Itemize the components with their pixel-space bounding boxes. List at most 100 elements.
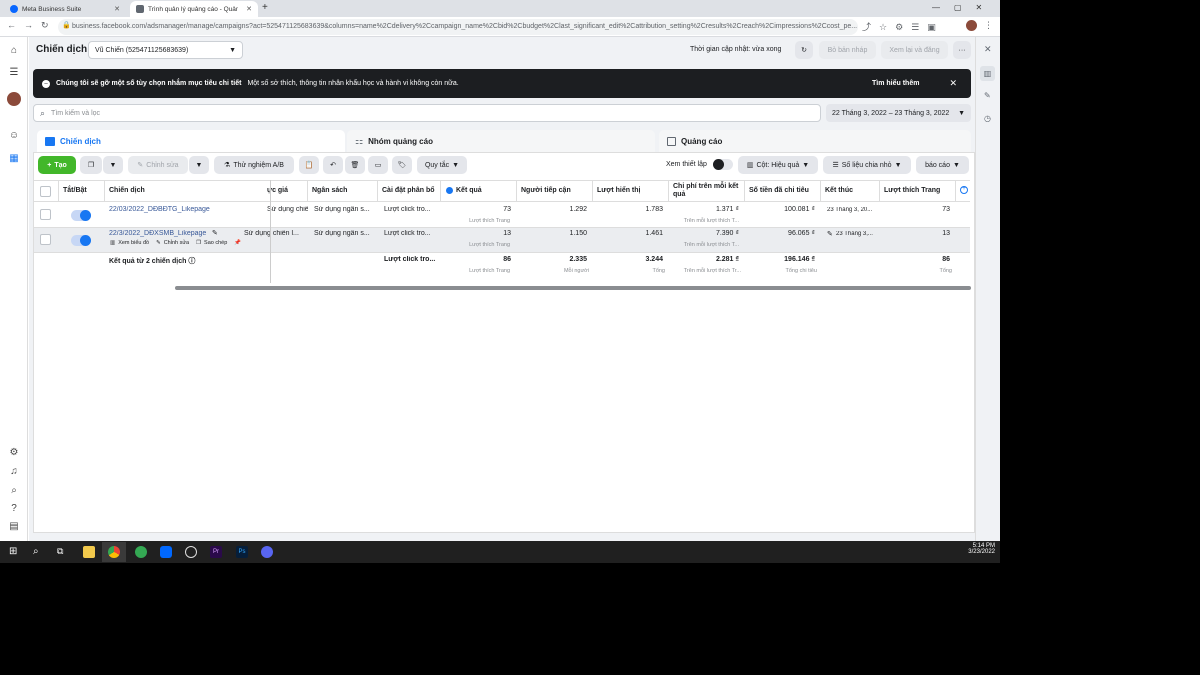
reload-icon[interactable]: ↻: [41, 20, 49, 31]
refresh-button[interactable]: ↻: [795, 41, 813, 59]
browser-tab-ads-manager[interactable]: Trình quản lý quảng cáo - Quản ✕: [130, 1, 258, 17]
search-icon[interactable]: ⌕: [7, 484, 21, 498]
add-column-icon[interactable]: +: [960, 186, 968, 194]
view-chart-link[interactable]: Xem biểu đồ: [118, 240, 149, 246]
browser-extension-icons[interactable]: ⤴☆⚙☰▣: [862, 20, 944, 33]
duplicate-button[interactable]: ❐: [80, 156, 102, 174]
learn-more-link[interactable]: Tìm hiểu thêm: [872, 80, 919, 87]
search-icon: ⌕: [40, 107, 46, 118]
column-header-page-likes[interactable]: Lượt thích Trang: [880, 180, 956, 202]
edit-link[interactable]: Chỉnh sửa: [164, 240, 189, 246]
view-setup-toggle[interactable]: [713, 159, 733, 170]
discard-drafts-button[interactable]: Bỏ bản nháp: [819, 41, 876, 59]
home-icon[interactable]: ⌂: [7, 44, 21, 58]
row-checkbox[interactable]: [40, 234, 51, 245]
smiley-icon[interactable]: ☺: [7, 129, 21, 143]
bell-icon[interactable]: ♫: [7, 465, 21, 479]
pin-icon[interactable]: 📌: [234, 240, 241, 246]
system-clock[interactable]: 5:14 PM 3/23/2022: [950, 543, 995, 555]
report-icon[interactable]: ▤: [7, 520, 21, 534]
help-icon[interactable]: ?: [7, 502, 21, 516]
coccoc-icon[interactable]: [135, 546, 147, 558]
menu-icon[interactable]: ☰: [7, 66, 21, 80]
duplicate-link[interactable]: Sao chép: [204, 240, 227, 246]
select-all-checkbox[interactable]: [40, 186, 51, 197]
history-icon[interactable]: ◷: [984, 114, 991, 123]
column-header-campaign[interactable]: Chiến dịch: [105, 180, 271, 202]
profile-avatar[interactable]: [966, 20, 977, 31]
window-controls[interactable]: —▢✕: [932, 3, 996, 12]
info-icon[interactable]: ⓘ: [188, 258, 195, 265]
forward-icon[interactable]: →: [24, 20, 33, 30]
plus-icon: +: [47, 161, 52, 169]
create-button[interactable]: + Tạo: [38, 156, 76, 174]
app-icon[interactable]: [185, 546, 197, 558]
column-header-attribution[interactable]: Cài đặt phân bổ: [378, 180, 441, 202]
browser-menu-icon[interactable]: ⋮: [984, 20, 993, 31]
chrome-icon[interactable]: [108, 546, 120, 558]
columns-button[interactable]: ▥ Cột: Hiệu quả ▼: [738, 156, 818, 174]
browser-tab-meta-business-suite[interactable]: Meta Business Suite ✕: [4, 1, 126, 17]
task-view-icon[interactable]: ⧉: [57, 546, 63, 557]
campaign-name-link[interactable]: 22/03/2022_DĐBĐTG_Likepage: [105, 206, 265, 213]
reports-button[interactable]: báo cáo ▼: [916, 156, 969, 174]
more-button[interactable]: ···: [953, 41, 971, 59]
column-header-results[interactable]: Kết quả: [452, 180, 517, 202]
tag-button[interactable]: 🏷: [392, 156, 412, 174]
chart-icon[interactable]: ▥: [980, 66, 995, 81]
tab-ad-sets[interactable]: ⚏ Nhóm quảng cáo: [347, 130, 655, 152]
column-header-reach[interactable]: Người tiếp cận: [517, 180, 593, 202]
close-banner-icon[interactable]: ✕: [949, 78, 957, 89]
search-input[interactable]: Tìm kiếm và lọc: [51, 110, 100, 117]
column-header-ends[interactable]: Kết thúc: [821, 180, 880, 202]
duplicate-dropdown[interactable]: ▼: [103, 156, 123, 174]
close-panel-icon[interactable]: ✕: [984, 44, 992, 55]
account-avatar[interactable]: [7, 92, 21, 106]
account-selector[interactable]: Vũ Chiến (525471125683639) ▼: [88, 41, 243, 59]
close-tab-icon[interactable]: ✕: [246, 5, 252, 13]
campaign-toggle[interactable]: [71, 210, 91, 221]
tab-campaigns[interactable]: Chiến dịch: [37, 130, 345, 152]
review-publish-button[interactable]: Xem lại và đăng: [881, 41, 948, 59]
clipboard-button[interactable]: 📋: [299, 156, 319, 174]
discord-icon[interactable]: [261, 546, 273, 558]
campaigns-table-icon[interactable]: ▦: [7, 152, 21, 166]
lock-icon[interactable]: 🔒: [62, 21, 71, 29]
breakdown-button[interactable]: ☰ Số liệu chia nhỏ ▼: [823, 156, 911, 174]
file-explorer-icon[interactable]: [83, 546, 95, 558]
pencil-icon[interactable]: ✎: [212, 229, 218, 237]
horizontal-scrollbar[interactable]: [175, 286, 971, 290]
back-icon[interactable]: ←: [7, 20, 16, 30]
column-header-budget[interactable]: Ngân sách: [308, 180, 378, 202]
tab-label: Nhóm quảng cáo: [368, 136, 433, 146]
gear-icon[interactable]: ⚙: [7, 446, 21, 460]
rules-button[interactable]: Quy tắc ▼: [417, 156, 467, 174]
campaign-toggle[interactable]: [71, 235, 91, 246]
photoshop-icon[interactable]: Ps: [236, 546, 248, 558]
date-range-picker[interactable]: 22 Tháng 3, 2022 – 23 Tháng 3, 2022 ▼: [826, 104, 971, 122]
row-checkbox[interactable]: [40, 209, 51, 220]
url-input[interactable]: business.facebook.com/adsmanager/manage/…: [58, 19, 858, 35]
delete-button[interactable]: 🗑: [345, 156, 365, 174]
preview-button[interactable]: ▭: [368, 156, 388, 174]
zalo-icon[interactable]: [160, 546, 172, 558]
ab-test-button[interactable]: ⚗ Thử nghiệm A/B: [214, 156, 294, 174]
windows-start-icon[interactable]: ⊞: [9, 546, 17, 557]
column-header-onoff[interactable]: Tắt/Bật: [58, 180, 105, 202]
page-title: Chiến dịch: [36, 44, 88, 55]
new-tab-button[interactable]: +: [262, 2, 268, 13]
edit-button[interactable]: ✎ Chỉnh sửa: [128, 156, 188, 174]
column-header-cost-per-result[interactable]: Chi phí trên mỗi kết quả: [669, 180, 745, 202]
tab-ads[interactable]: Quảng cáo: [659, 130, 971, 152]
column-header-amount-spent[interactable]: Số tiền đã chi tiêu: [745, 180, 821, 202]
search-icon[interactable]: ⌕: [33, 546, 39, 557]
campaign-name-link[interactable]: 22/3/2022_DĐXSMB_Likepage: [105, 230, 215, 237]
premiere-icon[interactable]: Pr: [210, 546, 222, 558]
chevron-down-icon: ▼: [894, 161, 902, 169]
search-filter-bar[interactable]: ⌕ Tìm kiếm và lọc: [33, 104, 821, 122]
pencil-icon[interactable]: ✎: [984, 91, 991, 100]
undo-button[interactable]: ↶: [323, 156, 343, 174]
column-header-impressions[interactable]: Lượt hiển thị: [593, 180, 669, 202]
edit-dropdown[interactable]: ▼: [189, 156, 209, 174]
close-tab-icon[interactable]: ✕: [114, 5, 120, 13]
